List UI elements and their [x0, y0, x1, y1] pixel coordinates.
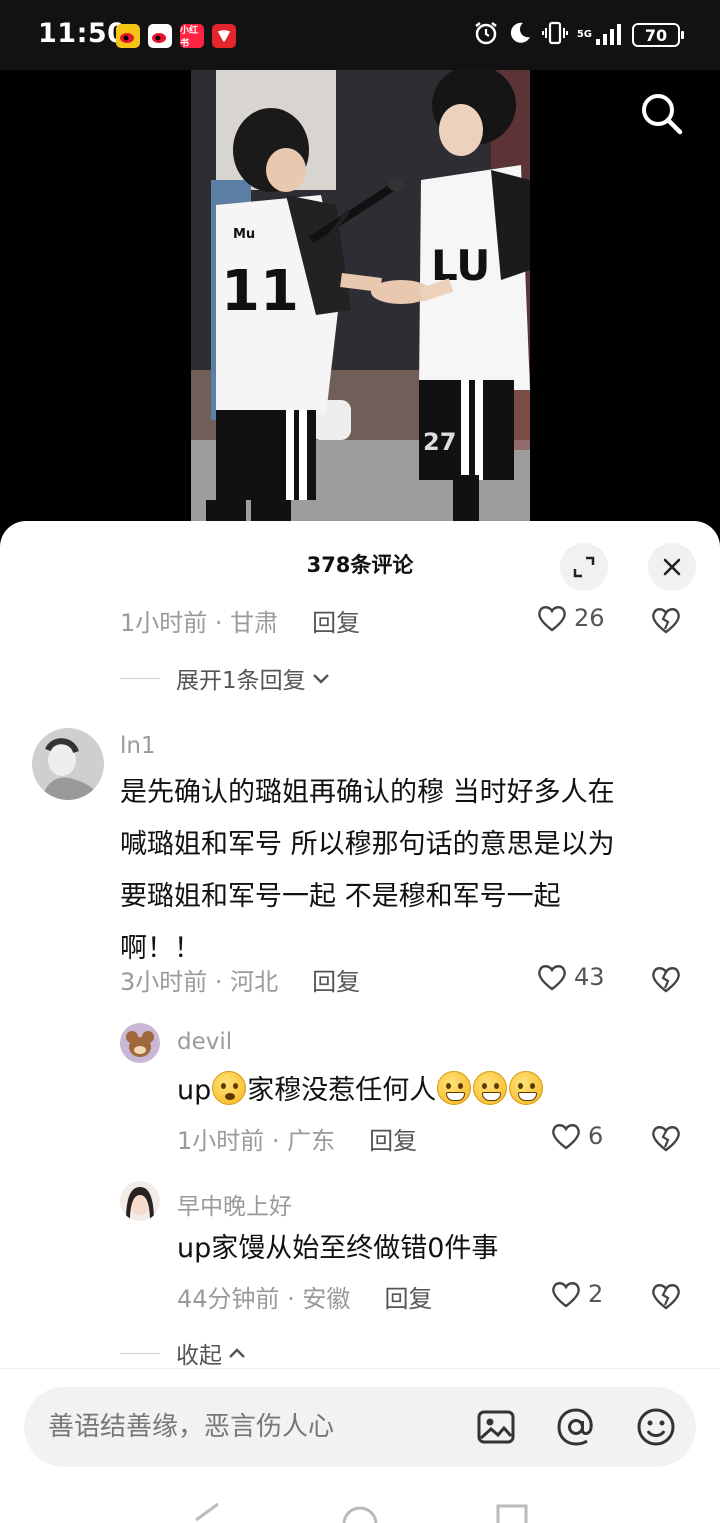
status-time: 11:50	[38, 18, 127, 49]
collapse-label: 收起	[176, 1343, 222, 1369]
comment-meta: 3小时前 · 河北 回复	[120, 962, 360, 996]
weibo-icon	[116, 24, 140, 48]
reply-time-location: 1小时前 · 广东	[177, 1126, 336, 1155]
chevron-down-icon	[312, 674, 329, 684]
divider-line	[120, 1352, 160, 1354]
reply-time-location: 44分钟前 · 安徽	[177, 1284, 351, 1313]
reply-body: up家馒从始至终做错0件事	[177, 1233, 499, 1264]
heart-icon	[538, 606, 566, 632]
video-frame-image: Mu 11 LU 27	[191, 70, 530, 540]
reply-button[interactable]: 回复	[312, 962, 360, 997]
svg-text:Mu: Mu	[233, 227, 255, 242]
moon-icon	[507, 20, 533, 50]
network-label: 5G	[577, 23, 624, 47]
reply-username[interactable]: 早中晚上好	[177, 1187, 292, 1221]
expand-replies-label: 展开1条回复	[176, 668, 306, 694]
reply-button[interactable]: 回复	[369, 1121, 417, 1156]
comment-time-location: 1小时前 · 甘肃	[120, 608, 279, 637]
reply-text: 家穆没惹任何人	[247, 1075, 437, 1106]
battery-indicator: 70	[632, 23, 684, 47]
like-button[interactable]: 43	[536, 962, 605, 992]
alarm-icon	[473, 20, 499, 50]
back-icon[interactable]	[190, 1502, 224, 1523]
flushed-emoji-icon	[212, 1071, 247, 1105]
xiaohongshu-icon: 小红书	[180, 24, 204, 49]
avatar[interactable]	[120, 1023, 160, 1063]
like-button[interactable]: 6	[550, 1121, 603, 1151]
reply-meta: 1小时前 · 广东 回复	[177, 1121, 417, 1155]
reply-button[interactable]: 回复	[312, 603, 360, 638]
comment-line: 要璐姐和军号一起 不是穆和军号一起	[120, 881, 561, 912]
broken-heart-icon[interactable]	[650, 1281, 682, 1315]
avatar[interactable]	[32, 728, 104, 800]
reply-meta: 44分钟前 · 安徽 回复	[177, 1279, 432, 1313]
huawei-icon	[212, 24, 236, 48]
like-button[interactable]: 2	[550, 1279, 603, 1309]
reply-button[interactable]: 回复	[384, 1279, 432, 1314]
search-icon[interactable]	[638, 90, 686, 138]
heart-icon	[552, 1282, 580, 1308]
comment-count-title: 378条评论	[306, 553, 414, 577]
weibo-icon-2	[148, 24, 172, 48]
broken-heart-icon[interactable]	[650, 605, 682, 639]
expand-replies-button[interactable]: 展开1条回复	[120, 661, 332, 695]
grin-sweat-emoji-icon	[437, 1071, 472, 1105]
system-nav-bar	[0, 1480, 720, 1523]
signal-icon	[596, 24, 621, 45]
svg-text:27: 27	[423, 428, 456, 456]
home-icon[interactable]	[342, 1504, 378, 1523]
status-bar: 11:50 小红书 5G 70	[0, 0, 720, 70]
comment-input[interactable]	[48, 1387, 468, 1467]
like-button[interactable]: 26	[536, 603, 605, 633]
reply-text-prefix: up	[177, 1075, 212, 1106]
comment-meta: 1小时前 · 甘肃 回复	[120, 603, 360, 637]
broken-heart-icon[interactable]	[650, 964, 682, 998]
at-icon[interactable]	[556, 1407, 596, 1447]
comment-line: 是先确认的璐姐再确认的穆 当时好多人在	[120, 777, 615, 808]
grin-sweat-emoji-icon	[509, 1071, 544, 1105]
comment-time-location: 3小时前 · 河北	[120, 967, 279, 996]
comment-body: 是先确认的璐姐再确认的穆 当时好多人在 喊璐姐和军号 所以穆那句话的意思是以为 …	[120, 767, 700, 975]
divider-line	[120, 677, 160, 679]
svg-text:11: 11	[221, 259, 299, 324]
status-icons: 5G 70	[473, 18, 684, 52]
like-count: 26	[574, 604, 605, 632]
like-count: 2	[588, 1280, 604, 1308]
comment-line: 喊璐姐和军号 所以穆那句话的意思是以为	[120, 829, 615, 860]
collapse-replies-button[interactable]: 收起	[120, 1336, 248, 1370]
heart-icon	[552, 1124, 580, 1150]
video-player[interactable]: Mu 11 LU 27	[0, 70, 720, 540]
emoji-icon[interactable]	[636, 1407, 676, 1447]
broken-heart-icon[interactable]	[650, 1123, 682, 1157]
close-button[interactable]	[648, 543, 696, 591]
grin-sweat-emoji-icon	[473, 1071, 508, 1105]
heart-icon	[538, 965, 566, 991]
recents-icon[interactable]	[496, 1504, 528, 1523]
chevron-up-icon	[229, 1348, 245, 1358]
like-count: 6	[588, 1122, 604, 1150]
expand-button[interactable]	[560, 543, 608, 591]
reply-username[interactable]: devil	[177, 1029, 232, 1055]
comment-input-bar	[0, 1368, 720, 1480]
avatar[interactable]	[120, 1181, 160, 1221]
image-icon[interactable]	[476, 1407, 516, 1447]
expand-icon	[573, 556, 595, 578]
comment-username[interactable]: ln1	[120, 733, 156, 759]
comment-input-box[interactable]	[24, 1387, 696, 1467]
reply-body: up 家穆没惹任何人	[177, 1065, 544, 1117]
close-icon	[663, 558, 681, 576]
like-count: 43	[574, 963, 605, 991]
vibrate-icon	[541, 20, 569, 50]
